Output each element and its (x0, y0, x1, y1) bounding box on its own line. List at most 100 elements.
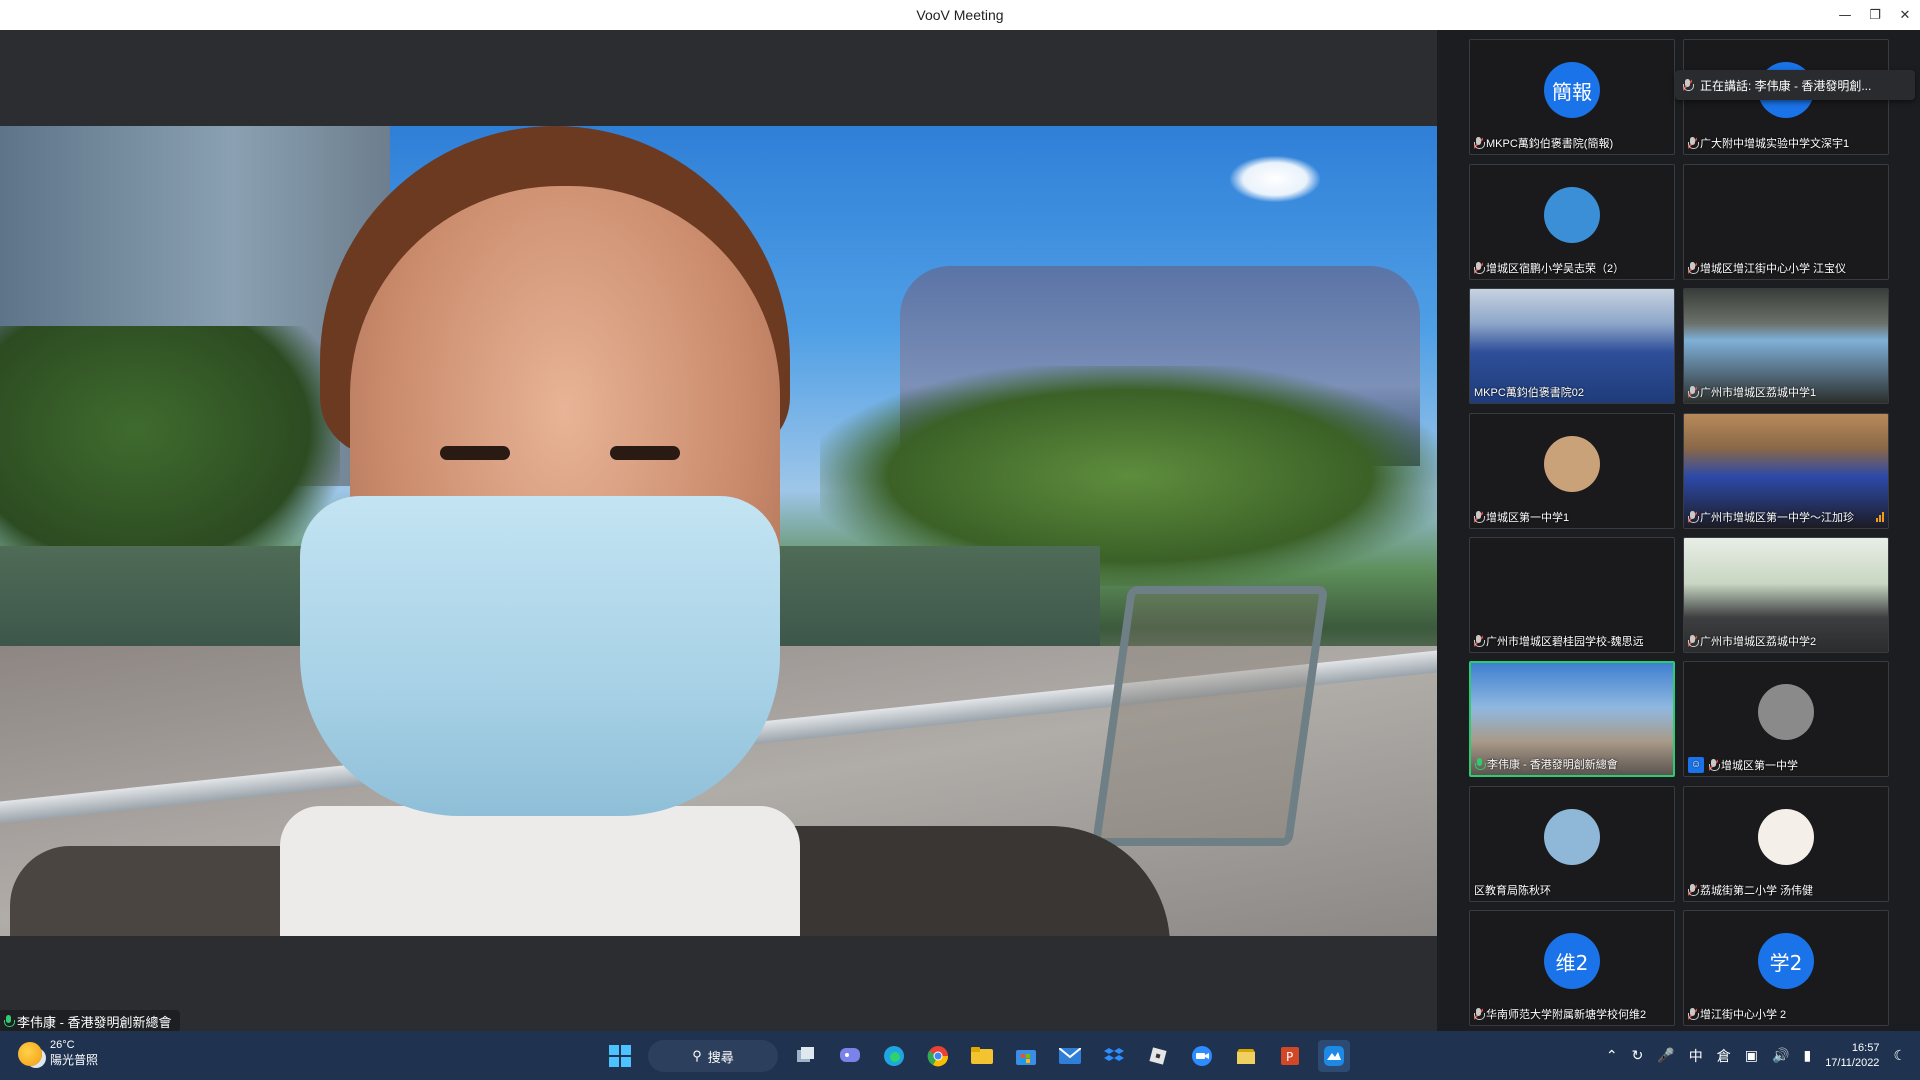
microphone-muted-icon (1709, 759, 1720, 771)
file-explorer-icon[interactable] (966, 1040, 998, 1072)
participant-label: 增城区宿鹏小学吴志荣（2） (1474, 259, 1670, 277)
main-speaker-name: 李伟康 - 香港發明創新總會 (17, 1014, 172, 1030)
notification-icon[interactable]: ☾ (1893, 1048, 1906, 1064)
background-cloud (1230, 156, 1320, 202)
participant-tile[interactable]: 维2 华南师范大学附属新塘学校何维2 (1469, 910, 1675, 1026)
weather-description: 陽光普照 (50, 1053, 99, 1067)
participant-tile[interactable]: 簡報 MKPC萬鈞伯褒書院(簡報) (1469, 39, 1675, 155)
ime-language[interactable]: 中 (1689, 1046, 1703, 1066)
participant-name: 增江街中心小学 2 (1700, 1009, 1787, 1021)
windows-start-icon[interactable] (604, 1040, 636, 1072)
participant-tile[interactable]: 李伟康 - 香港發明創新總會 (1469, 661, 1675, 777)
participant-name: 增城区宿鹏小学吴志荣（2） (1486, 263, 1625, 275)
chrome-browser-icon[interactable] (922, 1040, 954, 1072)
participant-tile[interactable]: 广州市增城区第一中学～江加珍 (1683, 413, 1889, 529)
participant-name: 区教育局陈秋环 (1474, 885, 1551, 897)
participant-label: 广州市增城区荔城中学1 (1688, 383, 1884, 401)
participant-tile[interactable]: 广州市增城区碧桂园学校-魏思远 (1469, 537, 1675, 653)
zoom-icon[interactable] (1186, 1040, 1218, 1072)
speaker-jacket-right (770, 826, 1170, 936)
microphone-on-icon (4, 1015, 15, 1027)
speaker-shirt (280, 806, 800, 936)
ime-mode[interactable]: 倉 (1717, 1046, 1731, 1066)
microphone-muted-icon (1688, 137, 1699, 149)
participant-avatar: 维2 (1544, 933, 1600, 989)
mail-icon[interactable] (1054, 1040, 1086, 1072)
speaker-eye-left (440, 446, 510, 460)
voov-meeting-icon[interactable] (1318, 1040, 1350, 1072)
microphone-tray-icon[interactable]: 🎤 (1657, 1048, 1674, 1064)
microphone-muted-icon (1688, 884, 1699, 896)
sun-cloud-icon (18, 1041, 42, 1066)
battery-icon[interactable]: ▮ (1803, 1048, 1811, 1064)
title-bar: VooV Meeting — ❐ ✕ (0, 0, 1920, 30)
microphone-muted-icon (1688, 1008, 1699, 1020)
participant-name: 增城区第一中学1 (1486, 512, 1570, 524)
participant-avatar: 学2 (1758, 933, 1814, 989)
participant-name: MKPC萬鈞伯褒書院(簡報) (1486, 138, 1614, 150)
restore-button[interactable]: ❐ (1860, 0, 1890, 30)
clock[interactable]: 16:57 17/11/2022 (1825, 1041, 1879, 1071)
participant-label: 增城区增江街中心小学 江宝仪 (1688, 259, 1884, 277)
close-button[interactable]: ✕ (1890, 0, 1920, 30)
sync-icon[interactable]: ↻ (1632, 1048, 1644, 1064)
main-speaker-nametag: 李伟康 - 香港發明創新總會 (0, 1010, 180, 1032)
search-label: 搜尋 (707, 1049, 734, 1065)
participant-tile[interactable]: MKPC萬鈞伯褒書院02 (1469, 288, 1675, 404)
background-chair (1091, 586, 1329, 846)
participant-tile[interactable]: 广州市增城区荔城中学2 (1683, 537, 1889, 653)
participant-name: 广州市增城区荔城中学2 (1700, 636, 1817, 648)
active-speaker-video[interactable] (0, 126, 1437, 936)
participant-tile[interactable]: ☺ 增城区第一中学 (1683, 661, 1889, 777)
powerpoint-icon[interactable]: P (1274, 1040, 1306, 1072)
participant-name: 广州市增城区碧桂园学校-魏思远 (1486, 636, 1644, 648)
participant-tile[interactable]: 学2 增江街中心小学 2 (1683, 910, 1889, 1026)
main-video-area: 李伟康 - 香港發明創新總會 (0, 30, 1437, 1032)
microsoft-store-icon[interactable] (1010, 1040, 1042, 1072)
participant-avatar (1758, 809, 1814, 865)
participant-label: 荔城街第二小学 汤伟健 (1688, 881, 1884, 899)
participant-tile[interactable]: 增城区宿鹏小学吴志荣（2） (1469, 164, 1675, 280)
participant-tile[interactable]: 荔城街第二小学 汤伟健 (1683, 786, 1889, 902)
speaker-eye-right (610, 446, 680, 460)
microphone-muted-icon (1474, 1008, 1485, 1020)
participant-label: MKPC萬鈞伯褒書院02 (1474, 383, 1670, 401)
weather-temperature: 26°C (50, 1039, 75, 1051)
roblox-icon[interactable] (1142, 1040, 1174, 1072)
participant-name: 广州市增城区荔城中学1 (1700, 387, 1817, 399)
participant-label: 广州市增城区第一中学～江加珍 (1688, 508, 1884, 526)
volume-icon[interactable]: 🔊 (1772, 1048, 1789, 1064)
window-title: VooV Meeting (916, 7, 1004, 23)
speaking-mic-icon (1683, 79, 1694, 91)
participant-avatar (1544, 809, 1600, 865)
signal-bars-icon (1876, 512, 1884, 522)
clock-time: 16:57 (1851, 1042, 1880, 1054)
participant-tile[interactable]: 区教育局陈秋环 (1469, 786, 1675, 902)
participant-name: 华南师范大学附属新塘学校何维2 (1486, 1009, 1647, 1021)
participant-tile[interactable]: 增城区第一中学1 (1469, 413, 1675, 529)
participant-label: 广大附中增城实验中学文深宇1 (1688, 134, 1884, 152)
task-view-icon[interactable] (790, 1040, 822, 1072)
chevron-up-icon[interactable]: ⌃ (1606, 1048, 1618, 1064)
taskbar-search[interactable]: ⚲ 搜尋 (648, 1040, 778, 1072)
participant-label: 广州市增城区碧桂园学校-魏思远 (1474, 632, 1670, 650)
microphone-muted-icon (1688, 511, 1699, 523)
edge-browser-icon[interactable] (878, 1040, 910, 1072)
participant-name: 李伟康 - 香港發明創新總會 (1487, 759, 1618, 771)
network-icon[interactable]: ▣ (1745, 1048, 1758, 1064)
participant-tile[interactable]: 增城区增江街中心小学 江宝仪 (1683, 164, 1889, 280)
participant-avatar (1758, 684, 1814, 740)
window-controls: — ❐ ✕ (1830, 0, 1920, 30)
dropbox-icon[interactable] (1098, 1040, 1130, 1072)
weather-widget[interactable]: 26°C 陽光普照 (18, 1039, 98, 1068)
edit-tool-icon[interactable] (1230, 1040, 1262, 1072)
minimize-button[interactable]: — (1830, 0, 1860, 30)
system-tray: ⌃ ↻ 🎤 中 倉 ▣ 🔊 ▮ 16:57 17/11/2022 ☾ (1606, 1037, 1906, 1075)
microphone-on-icon (1475, 758, 1486, 770)
speaker-face-mask (300, 496, 780, 816)
teams-chat-icon[interactable] (834, 1040, 866, 1072)
participant-name: 增城区第一中学 (1721, 760, 1798, 772)
participant-tile[interactable]: 广州市增城区荔城中学1 (1683, 288, 1889, 404)
microphone-muted-icon (1688, 386, 1699, 398)
participant-avatar: 簡報 (1544, 62, 1600, 118)
